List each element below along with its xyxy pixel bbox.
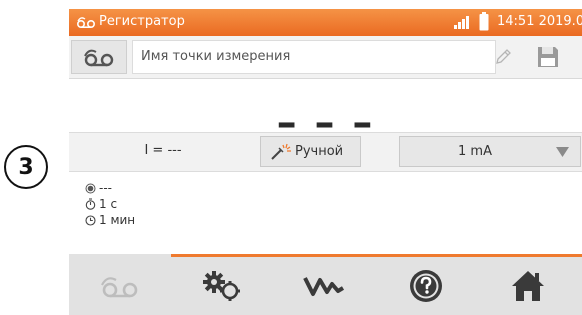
recorder-button[interactable] xyxy=(71,40,127,74)
manual-probe-icon xyxy=(271,143,291,160)
info-line-interval: 1 с xyxy=(85,196,135,212)
status-bar: Регистратор 14:51 2019.04.10 xyxy=(69,9,582,36)
clock-icon xyxy=(85,214,96,226)
step-callout-badge: 3 xyxy=(4,145,48,189)
measurement-point-placeholder: Имя точки измерения xyxy=(141,49,291,64)
mode-button[interactable]: Ручной xyxy=(260,136,361,167)
device-screen: Регистратор 14:51 2019.04.10 Имя точки и… xyxy=(69,9,582,315)
record-dot-icon xyxy=(85,183,96,193)
recorder-icon xyxy=(101,277,138,298)
measurement-point-row: Имя точки измерения xyxy=(69,36,582,79)
parameters-row: I = --- Ручной 1 mA xyxy=(69,132,582,172)
info-interval-value: 1 с xyxy=(99,197,118,211)
stopwatch-icon xyxy=(85,198,96,210)
recording-info: --- 1 с 1 мин xyxy=(85,180,135,228)
help-icon xyxy=(410,270,442,302)
info-duration-value: 1 мин xyxy=(99,213,136,227)
bottom-nav xyxy=(69,254,582,315)
current-range-value: 1 mA xyxy=(458,144,492,159)
chevron-down-icon xyxy=(556,147,569,157)
pencil-icon[interactable] xyxy=(494,48,512,66)
info-line-duration: 1 мин xyxy=(85,212,135,228)
save-icon[interactable] xyxy=(536,45,560,69)
clock-date: 14:51 2019.04.10 xyxy=(497,14,582,29)
measurement-point-name-field[interactable]: Имя точки измерения xyxy=(132,40,496,74)
mode-label: Ручной xyxy=(295,144,344,159)
current-range-dropdown[interactable]: 1 mA xyxy=(399,136,581,167)
nav-recorder[interactable] xyxy=(69,257,171,315)
recorder-icon xyxy=(84,49,114,67)
measurement-display: – – – xyxy=(69,79,582,143)
signal-strength-icon xyxy=(454,16,469,29)
recorder-logo-icon xyxy=(76,17,96,29)
info-line-status: --- xyxy=(85,180,135,196)
app-title: Регистратор xyxy=(99,14,185,29)
current-readout: I = --- xyxy=(144,143,182,158)
battery-icon xyxy=(479,12,489,31)
nav-waveform[interactable] xyxy=(273,257,375,315)
settings-icon xyxy=(203,271,240,301)
nav-help[interactable] xyxy=(375,257,477,315)
waveform-icon xyxy=(303,277,345,296)
home-icon xyxy=(512,271,544,301)
info-status-value: --- xyxy=(99,181,112,195)
nav-settings[interactable] xyxy=(171,257,273,315)
nav-home[interactable] xyxy=(477,257,579,315)
